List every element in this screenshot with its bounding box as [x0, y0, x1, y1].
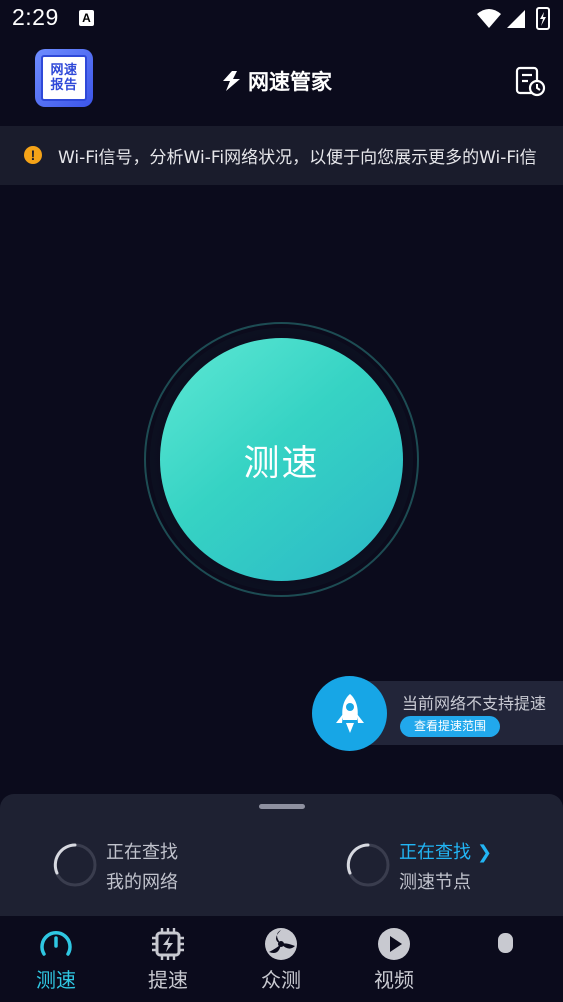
- notification-a-icon: A: [79, 10, 94, 26]
- tab-boost[interactable]: 提速: [128, 926, 208, 998]
- brand-name: 网速管家: [248, 70, 332, 94]
- tab-community-test[interactable]: 众测: [241, 926, 321, 998]
- rocket-icon: [335, 693, 364, 733]
- notice-bar[interactable]: ! Wi-Fi信号，分析Wi-Fi网络状况，以便于向您展示更多的Wi-Fi信: [0, 126, 563, 185]
- my-network-status[interactable]: 正在查找 我的网络: [52, 838, 212, 894]
- history-icon[interactable]: [514, 65, 546, 97]
- bottom-tab-bar: 测速 提速 众测 视频: [0, 916, 563, 1002]
- test-node-status-link[interactable]: 正在查找 ❯: [399, 838, 492, 864]
- speed-report-button[interactable]: 网速 报告: [35, 49, 93, 107]
- status-time: 2:29: [12, 4, 59, 30]
- tab-label: 提速: [148, 968, 188, 992]
- chip-boost-icon: [152, 928, 184, 960]
- report-icon: 网速 报告: [41, 55, 87, 101]
- speed-test-button[interactable]: 测速: [160, 338, 403, 581]
- test-node-label: 测速节点: [399, 872, 471, 893]
- chevron-right-icon: ❯: [477, 842, 493, 863]
- view-boost-range-button[interactable]: 查看提速范围: [400, 716, 501, 737]
- rocket-button[interactable]: [312, 676, 387, 751]
- loading-spinner-icon: [346, 843, 390, 887]
- overflow-tab-icon[interactable]: [498, 933, 513, 953]
- tab-video[interactable]: 视频: [354, 926, 434, 998]
- boost-message: 当前网络不支持提速: [402, 694, 547, 713]
- brand-logo-icon: [223, 71, 240, 91]
- sheet-drag-handle[interactable]: [259, 804, 305, 809]
- boost-card[interactable]: 当前网络不支持提速 查看提速范围: [312, 676, 563, 751]
- tab-speed-test[interactable]: 测速: [16, 926, 96, 998]
- warning-icon: !: [24, 146, 42, 164]
- test-node-status[interactable]: 正在查找 ❯ 测速节点: [345, 838, 515, 894]
- brand: 网速管家: [220, 66, 332, 96]
- tab-label: 测速: [36, 968, 76, 992]
- app-header: 网速 报告 网速管家: [0, 40, 563, 122]
- report-line1: 网速: [50, 63, 78, 78]
- notice-text: Wi-Fi信号，分析Wi-Fi网络状况，以便于向您展示更多的Wi-Fi信: [58, 148, 537, 168]
- tab-label: 众测: [261, 968, 301, 992]
- my-network-status-text: 正在查找: [106, 842, 178, 863]
- status-bar: 2:29 A: [0, 0, 563, 38]
- report-line2: 报告: [50, 78, 78, 93]
- my-network-label: 我的网络: [106, 872, 178, 893]
- signal-icon: [507, 10, 525, 28]
- test-node-status-text: 正在查找: [399, 842, 471, 863]
- network-status-sheet: 正在查找 我的网络 正在查找 ❯ 测速节点: [0, 794, 563, 916]
- speed-test-label: 测速: [243, 442, 320, 484]
- play-icon: [378, 928, 410, 960]
- speedometer-icon: [40, 931, 72, 956]
- loading-spinner-icon: [53, 843, 97, 887]
- wifi-icon: [477, 9, 501, 28]
- tab-label: 视频: [374, 968, 414, 992]
- system-status-icons: [477, 7, 550, 30]
- community-test-icon: [265, 928, 297, 960]
